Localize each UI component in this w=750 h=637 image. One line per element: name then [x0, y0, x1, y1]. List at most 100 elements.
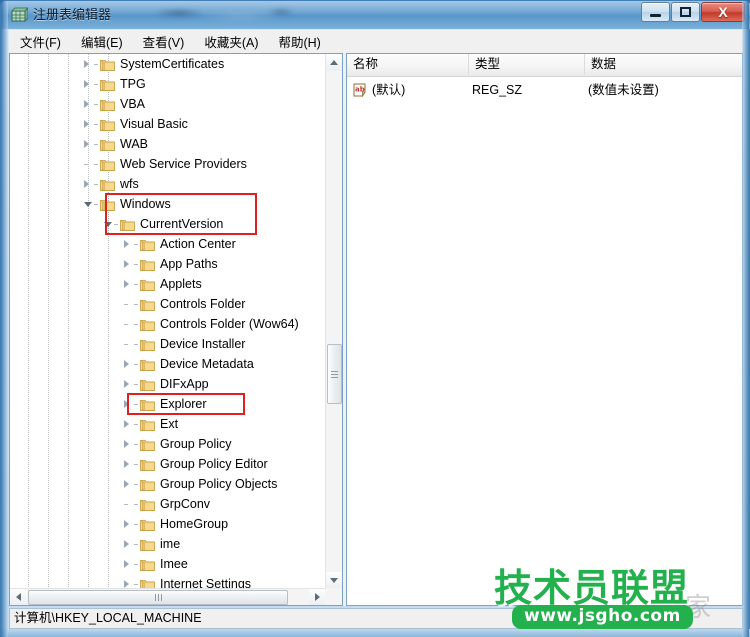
list-item[interactable]: ab (默认) REG_SZ (数值未设置)	[347, 80, 742, 100]
tree-item-tpg[interactable]: TPG	[10, 74, 326, 94]
column-name[interactable]: 名称	[347, 54, 469, 75]
tree-connector	[134, 504, 138, 505]
client-area: SystemCertificates TPG VBA Visual Basic WAB W…	[9, 53, 743, 606]
tree-item-applets[interactable]: Applets	[10, 274, 326, 294]
tree-connector	[134, 264, 138, 265]
expand-triangle-icon[interactable]	[124, 520, 129, 528]
tree-connector	[94, 84, 98, 85]
expand-triangle-icon[interactable]	[124, 400, 129, 408]
tree-connector	[134, 524, 138, 525]
window-title: 注册表编辑器	[33, 7, 112, 22]
expand-triangle-icon[interactable]	[124, 540, 129, 548]
minimize-button[interactable]	[641, 2, 670, 22]
maximize-button[interactable]	[671, 2, 700, 22]
tree-connector	[134, 284, 138, 285]
scroll-left-button[interactable]	[10, 589, 27, 605]
chevron-down-icon	[330, 578, 338, 583]
registry-tree[interactable]: SystemCertificates TPG VBA Visual Basic WAB W…	[10, 54, 326, 589]
folder-icon	[139, 477, 155, 491]
tree-item-web-service-providers[interactable]: Web Service Providers	[10, 154, 326, 174]
expand-triangle-icon[interactable]	[84, 180, 89, 188]
tree-item-visual-basic[interactable]: Visual Basic	[10, 114, 326, 134]
folder-icon	[139, 517, 155, 531]
tree-item-currentversion[interactable]: CurrentVersion	[10, 214, 326, 234]
expand-triangle-icon[interactable]	[124, 360, 129, 368]
expand-triangle-icon[interactable]	[124, 240, 129, 248]
tree-item-group-policy[interactable]: Group Policy	[10, 434, 326, 454]
scroll-down-button[interactable]	[326, 572, 342, 589]
tree-vertical-scrollbar[interactable]	[325, 54, 342, 589]
tree-item-ext[interactable]: Ext	[10, 414, 326, 434]
tree-item-systemcertificates[interactable]: SystemCertificates	[10, 54, 326, 74]
tree-item-label: Group Policy	[160, 437, 232, 451]
collapse-triangle-icon[interactable]	[104, 222, 112, 227]
expand-triangle-icon[interactable]	[124, 380, 129, 388]
registry-tree-pane[interactable]: SystemCertificates TPG VBA Visual Basic WAB W…	[9, 53, 343, 606]
tree-item-homegroup[interactable]: HomeGroup	[10, 514, 326, 534]
menu-help[interactable]: 帮助(H)	[269, 30, 329, 53]
folder-icon	[139, 377, 155, 391]
tree-item-difxapp[interactable]: DIFxApp	[10, 374, 326, 394]
tree-item-action-center[interactable]: Action Center	[10, 234, 326, 254]
expand-triangle-icon[interactable]	[84, 60, 89, 68]
tree-item-controls-folder[interactable]: Controls Folder	[10, 294, 326, 314]
tree-item-app-paths[interactable]: App Paths	[10, 254, 326, 274]
close-button[interactable]: X	[701, 2, 745, 22]
tree-item-group-policy-editor[interactable]: Group Policy Editor	[10, 454, 326, 474]
tree-item-imee[interactable]: Imee	[10, 554, 326, 574]
tree-vscroll-thumb[interactable]	[327, 344, 342, 404]
expand-triangle-icon[interactable]	[124, 460, 129, 468]
grip-icon	[331, 370, 338, 378]
tree-hscroll-thumb[interactable]	[28, 590, 288, 605]
tree-item-explorer[interactable]: Explorer	[10, 394, 326, 414]
expand-triangle-icon[interactable]	[124, 560, 129, 568]
list-header: 名称 类型 数据	[347, 54, 742, 77]
tree-connector	[94, 184, 98, 185]
menu-file[interactable]: 文件(F)	[11, 30, 70, 53]
tree-item-label: Ext	[160, 417, 179, 431]
tree-item-label: SystemCertificates	[120, 57, 225, 71]
tree-item-vba[interactable]: VBA	[10, 94, 326, 114]
tree-item-device-installer[interactable]: Device Installer	[10, 334, 326, 354]
tree-item-grpconv[interactable]: GrpConv	[10, 494, 326, 514]
expand-triangle-icon[interactable]	[124, 280, 129, 288]
value-data: (数值未设置)	[588, 83, 659, 97]
menu-view[interactable]: 查看(V)	[134, 30, 194, 53]
tree-item-label: GrpConv	[160, 497, 211, 511]
expand-triangle-icon[interactable]	[84, 140, 89, 148]
tree-item-device-metadata[interactable]: Device Metadata	[10, 354, 326, 374]
tree-item-label: Imee	[160, 557, 188, 571]
folder-icon	[99, 197, 115, 211]
expand-triangle-icon[interactable]	[124, 420, 129, 428]
scroll-up-button[interactable]	[326, 54, 342, 71]
folder-icon	[99, 57, 115, 71]
expand-triangle-icon[interactable]	[124, 580, 129, 588]
scroll-right-button[interactable]	[309, 589, 326, 605]
expand-triangle-icon[interactable]	[84, 100, 89, 108]
tree-item-internet-settings[interactable]: Internet Settings	[10, 574, 326, 589]
tree-item-controls-folder-wow64[interactable]: Controls Folder (Wow64)	[10, 314, 326, 334]
menu-edit[interactable]: 编辑(E)	[72, 30, 132, 53]
expand-triangle-icon[interactable]	[124, 480, 129, 488]
expand-triangle-icon[interactable]	[124, 440, 129, 448]
registry-values-pane[interactable]: 名称 类型 数据 ab (默认) REG_SZ (数值未设置)	[346, 53, 743, 606]
tree-item-group-policy-objects[interactable]: Group Policy Objects	[10, 474, 326, 494]
tree-item-wfs[interactable]: wfs	[10, 174, 326, 194]
expand-triangle-icon[interactable]	[84, 120, 89, 128]
tree-item-ime[interactable]: ime	[10, 534, 326, 554]
tree-item-windows[interactable]: Windows	[10, 194, 326, 214]
tree-item-label: Group Policy Objects	[160, 477, 278, 491]
tree-item-label: Explorer	[160, 397, 207, 411]
column-data[interactable]: 数据	[585, 54, 742, 75]
menu-favorites[interactable]: 收藏夹(A)	[195, 30, 267, 53]
expand-triangle-icon[interactable]	[84, 80, 89, 88]
tree-leaf-connector	[124, 504, 128, 505]
collapse-triangle-icon[interactable]	[84, 202, 92, 207]
tree-horizontal-scrollbar[interactable]	[10, 588, 326, 605]
folder-icon	[139, 257, 155, 271]
column-type[interactable]: 类型	[469, 54, 585, 75]
tree-connector	[134, 464, 138, 465]
title-bar[interactable]: 注册表编辑器 X	[1, 1, 750, 29]
expand-triangle-icon[interactable]	[124, 260, 129, 268]
tree-item-wab[interactable]: WAB	[10, 134, 326, 154]
